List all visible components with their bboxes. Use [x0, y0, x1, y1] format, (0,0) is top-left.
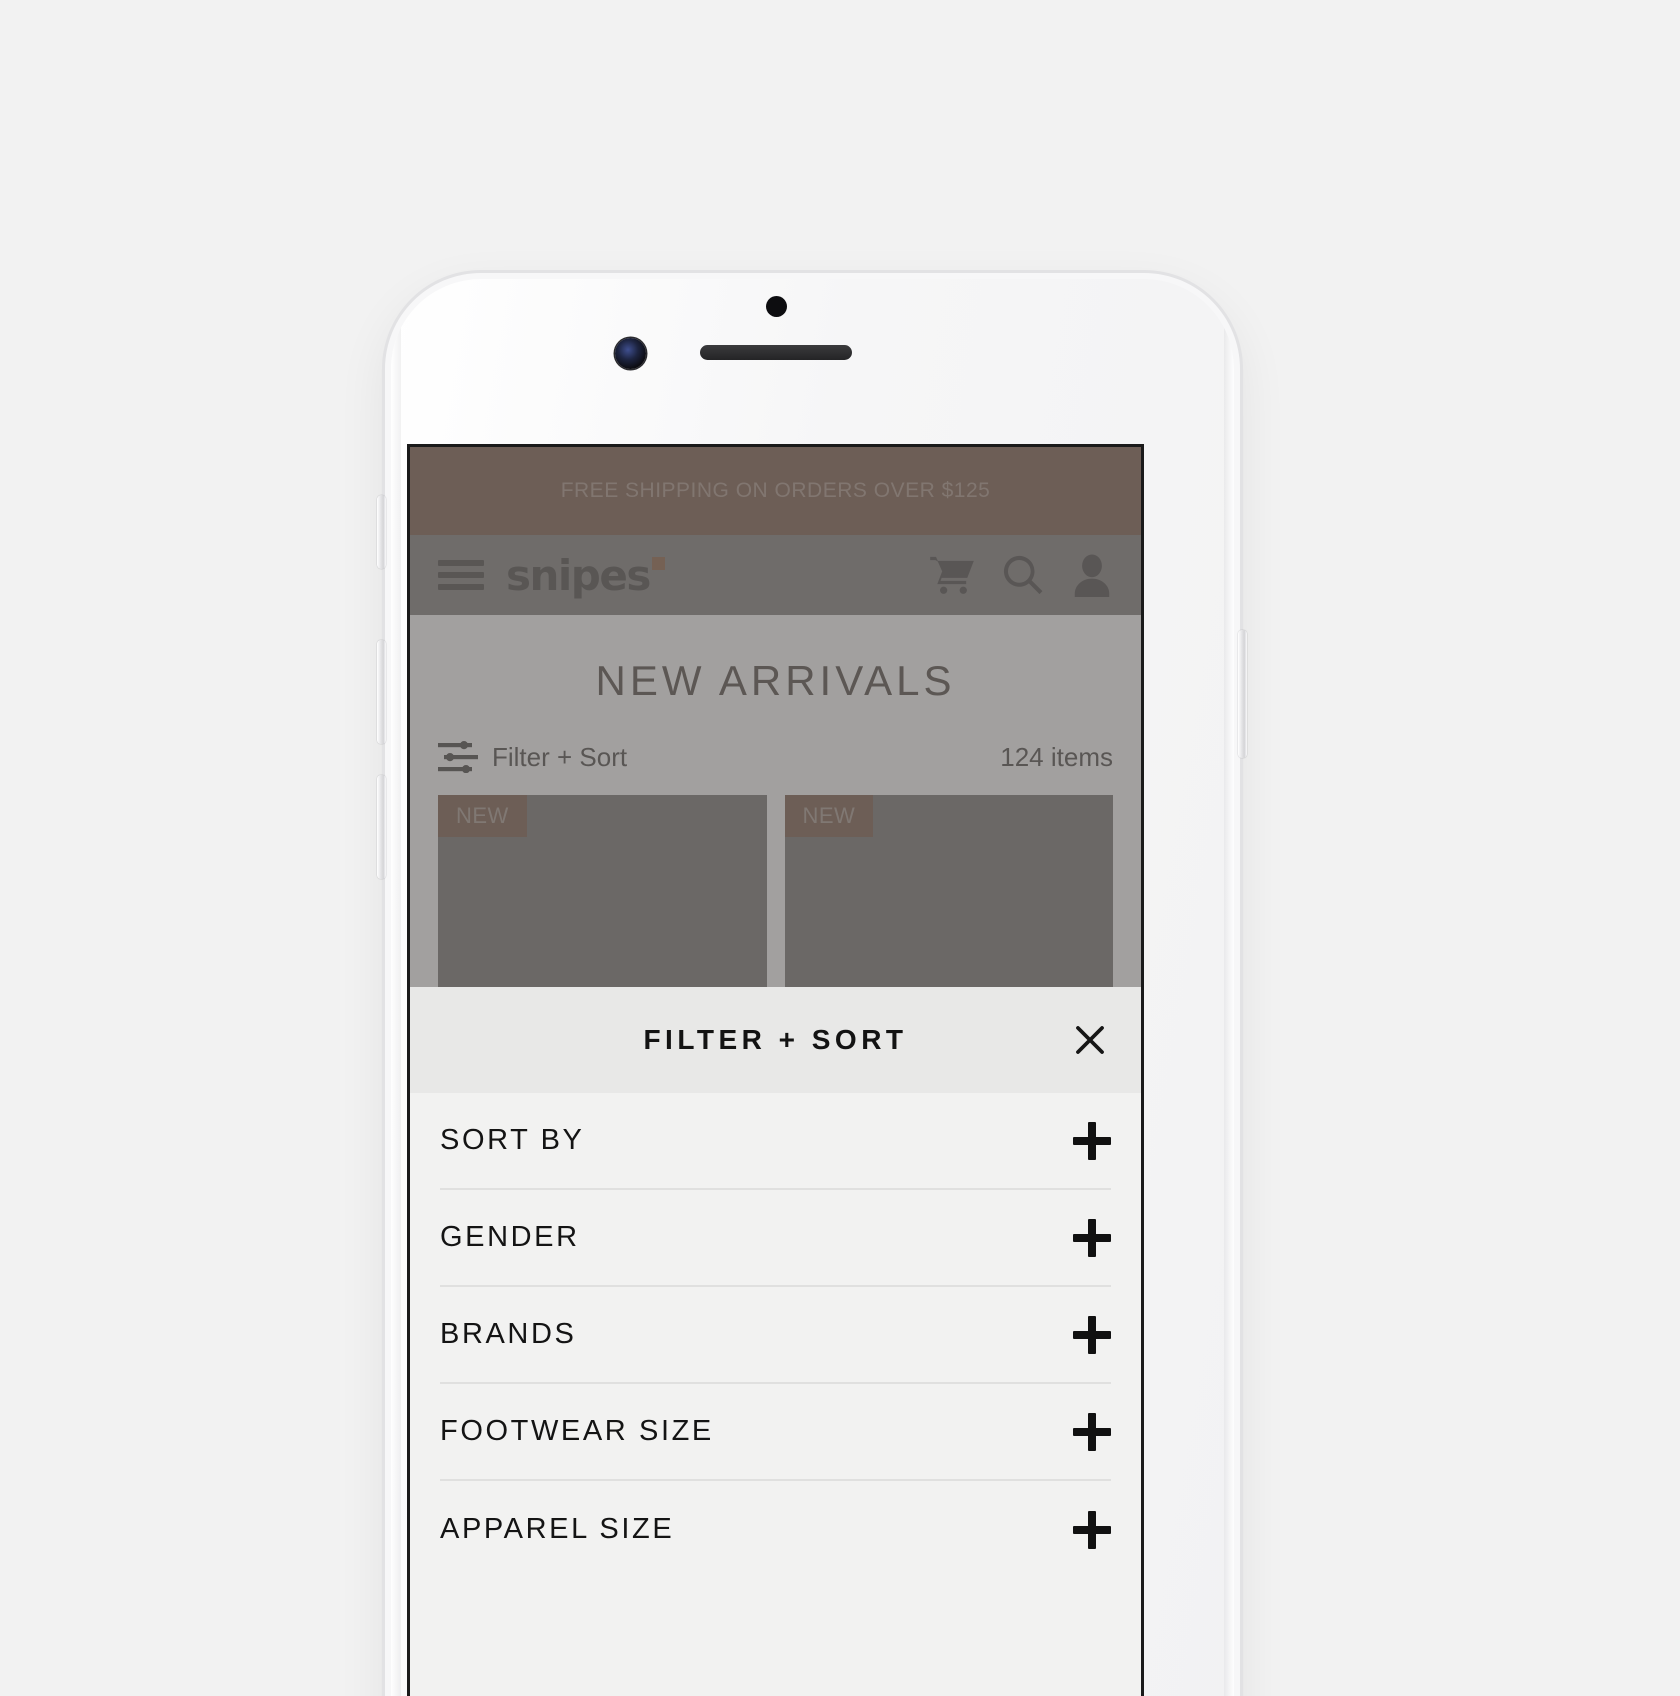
phone-screen: FREE SHIPPING ON ORDERS OVER $125 snipes [407, 444, 1144, 1696]
volume-up-button[interactable] [377, 640, 386, 744]
earpiece-speaker [700, 345, 852, 360]
power-button[interactable] [1238, 630, 1247, 758]
page-root: FREE SHIPPING ON ORDERS OVER $125 snipes [0, 0, 1680, 1696]
filter-group-gender[interactable]: GENDER [440, 1190, 1111, 1287]
filter-group-label: APPAREL SIZE [440, 1513, 675, 1545]
filter-group-label: FOOTWEAR SIZE [440, 1415, 714, 1447]
filter-sort-modal: FILTER + SORT SORT BY GENDER BRANDS FOOT… [410, 987, 1141, 1696]
plus-icon[interactable] [1073, 1315, 1111, 1354]
mute-switch[interactable] [377, 495, 386, 569]
plus-icon[interactable] [1073, 1412, 1111, 1451]
plus-icon[interactable] [1073, 1510, 1111, 1549]
plus-icon[interactable] [1073, 1121, 1111, 1160]
front-camera [615, 338, 646, 369]
filter-group-footwear-size[interactable]: FOOTWEAR SIZE [440, 1384, 1111, 1481]
filter-group-brands[interactable]: BRANDS [440, 1287, 1111, 1384]
filter-modal-header: FILTER + SORT [410, 987, 1141, 1093]
bezel-highlight-left [391, 279, 401, 1696]
volume-down-button[interactable] [377, 775, 386, 879]
close-icon[interactable] [1067, 1017, 1113, 1063]
filter-group-sort-by[interactable]: SORT BY [440, 1093, 1111, 1190]
filter-modal-title: FILTER + SORT [643, 1024, 908, 1055]
proximity-sensor [766, 296, 787, 317]
filter-group-list: SORT BY GENDER BRANDS FOOTWEAR SIZE APPA… [410, 1093, 1141, 1578]
filter-group-label: GENDER [440, 1221, 580, 1253]
plus-icon[interactable] [1073, 1218, 1111, 1257]
bezel-highlight-right [1224, 279, 1234, 1696]
filter-group-label: SORT BY [440, 1124, 585, 1156]
filter-group-label: BRANDS [440, 1318, 577, 1350]
filter-group-apparel-size[interactable]: APPAREL SIZE [440, 1481, 1111, 1578]
